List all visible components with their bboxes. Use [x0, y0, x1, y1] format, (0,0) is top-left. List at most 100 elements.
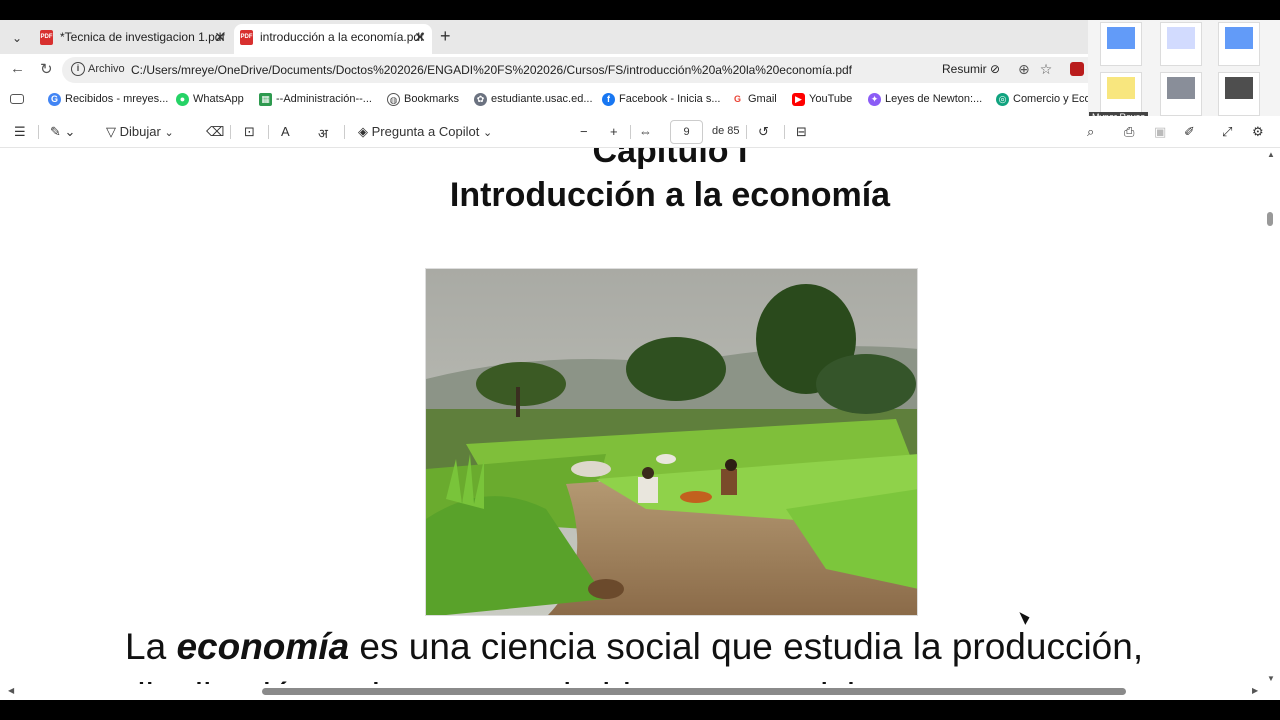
body-suffix: es una ciencia social que estudia la pro… — [349, 626, 1144, 667]
thumbnail[interactable] — [1218, 72, 1260, 116]
eraser-icon[interactable]: ⌫ — [206, 124, 224, 140]
ublock-icon[interactable] — [1070, 62, 1084, 76]
facebook-icon: f — [602, 93, 615, 106]
text-box-icon[interactable]: ⊡ — [244, 124, 255, 140]
separator — [630, 125, 631, 139]
separator — [344, 125, 345, 139]
bookmark-label: Gmail — [748, 93, 777, 105]
bookmark-gmail[interactable]: G Gmail — [731, 93, 777, 106]
thumbnail[interactable] — [1218, 22, 1260, 66]
bookmark-label: Facebook - Inicia s... — [619, 93, 721, 105]
horizontal-scroll-thumb[interactable] — [262, 688, 1126, 695]
copilot-label: Pregunta a Copilot — [371, 124, 480, 139]
vertical-scrollbar[interactable]: ▲ ▼ — [1264, 148, 1278, 688]
draw-label: Dibujar — [119, 124, 161, 139]
thumbnail[interactable] — [1160, 22, 1202, 66]
thumbnail[interactable] — [1100, 72, 1142, 116]
fullscreen-icon[interactable]: ⤢ — [1222, 124, 1232, 140]
bookmark-newton[interactable]: ✦ Leyes de Newton:... — [868, 93, 983, 106]
highlight-icon[interactable]: ✎ ⌄ — [50, 124, 75, 140]
reload-icon[interactable]: ↻ — [40, 60, 53, 78]
summarize-button[interactable]: Resumir ⊘ — [942, 62, 1000, 76]
page-view-icon[interactable]: ⊟ — [796, 124, 807, 140]
pdf-icon: PDF — [240, 30, 253, 45]
rotate-icon[interactable]: ↺ — [758, 124, 769, 140]
info-icon[interactable]: i — [71, 62, 85, 76]
tab-introduccion[interactable]: PDF introducción a la economía.pdf ✕ — [234, 24, 432, 54]
bookmark-label: Leyes de Newton:... — [885, 93, 983, 105]
tab-tecnica[interactable]: PDF *Tecnica de investigacion 1.pdf ✕ — [34, 24, 232, 54]
bookmark-label: Comercio y Econ — [1013, 93, 1097, 105]
pdf-icon: PDF — [40, 30, 53, 45]
separator — [38, 125, 39, 139]
bookmark-administracion[interactable]: ▦ --Administración--... — [259, 93, 372, 106]
copilot-icon: ◈ — [358, 124, 368, 139]
zoom-in-icon[interactable]: + — [610, 124, 618, 139]
close-icon[interactable]: ✕ — [414, 24, 426, 50]
save-as-icon[interactable]: ✐ — [1184, 124, 1195, 140]
scroll-left-icon[interactable]: ◀ — [8, 686, 14, 695]
scroll-right-icon[interactable]: ▶ — [1252, 686, 1258, 695]
pdf-document-view[interactable]: Capítulo I Introducción a la economía La… — [0, 148, 1280, 700]
print-icon[interactable]: ⎙ — [1124, 124, 1134, 140]
bookmark-label: --Administración--... — [276, 93, 372, 105]
admin-icon: ▦ — [259, 93, 272, 106]
fit-width-icon[interactable]: ⇔ — [639, 124, 652, 139]
url-text[interactable]: C:/Users/mreye/OneDrive/Documents/Doctos… — [131, 63, 852, 77]
summarize-label: Resumir — [942, 62, 987, 76]
separator — [230, 125, 231, 139]
bookmark-label: WhatsApp — [193, 93, 244, 105]
scroll-down-icon[interactable]: ▼ — [1267, 674, 1275, 683]
back-icon[interactable]: ← — [10, 60, 25, 77]
contents-icon[interactable]: ☰ — [14, 124, 26, 140]
vertical-scroll-thumb[interactable] — [1267, 212, 1273, 226]
read-aloud-icon[interactable]: A — [281, 124, 290, 139]
page-number-input[interactable]: 9 — [670, 120, 703, 144]
bookmark-whatsapp[interactable]: ● WhatsApp — [176, 93, 244, 106]
draw-button[interactable]: ▽ Dibujar ⌄ — [106, 124, 174, 140]
bookmark-comercio[interactable]: ◎ Comercio y Econ — [996, 93, 1097, 106]
separator — [784, 125, 785, 139]
thumbnail[interactable] — [1160, 72, 1202, 116]
translate-icon[interactable]: अ — [318, 124, 328, 142]
bookmark-facebook[interactable]: f Facebook - Inicia s... — [602, 93, 721, 106]
zoom-icon[interactable]: ⊕ — [1018, 61, 1040, 77]
horizontal-scrollbar[interactable]: ◀ ▶ — [0, 684, 1264, 698]
settings-icon[interactable]: ⚙ — [1252, 124, 1264, 140]
pdf-toolbar: ☰ ✎ ⌄ ▽ Dibujar ⌄ ⌫ ⊡ A अ ◈ Pregunta a C… — [0, 116, 1280, 148]
bookmark-recibidos[interactable]: G Recibidos - mreyes... — [48, 93, 169, 106]
bookmark-youtube[interactable]: ▶ YouTube — [792, 93, 852, 106]
bookmark-label: Bookmarks — [404, 93, 460, 105]
scroll-up-icon[interactable]: ▲ — [1267, 150, 1275, 159]
search-icon[interactable]: ⌕ — [1087, 124, 1094, 140]
copilot-button[interactable]: ◈ Pregunta a Copilot ⌄ — [358, 124, 492, 140]
tab-search-chevron-icon[interactable]: ⌄ — [6, 28, 28, 48]
google-icon: G — [48, 93, 61, 106]
bookmark-label: estudiante.usac.ed... — [491, 93, 593, 105]
save-icon[interactable]: ▣ — [1154, 124, 1166, 140]
zoom-out-icon[interactable]: − — [580, 124, 588, 139]
mouse-cursor — [1019, 609, 1032, 625]
body-paragraph: La economía es una ciencia social que es… — [125, 626, 1143, 668]
youtube-icon: ▶ — [792, 93, 805, 106]
close-icon[interactable]: ✕ — [214, 24, 226, 50]
body-emphasis: economía — [176, 626, 350, 667]
new-tab-button[interactable]: + — [440, 26, 451, 47]
separator — [746, 125, 747, 139]
star-icon[interactable]: ☆ — [1040, 61, 1063, 77]
usac-icon: ✿ — [474, 93, 487, 106]
tab-label: introducción a la economía.pdf — [260, 30, 424, 44]
apps-icon[interactable] — [10, 94, 24, 104]
thumbnail[interactable] — [1100, 22, 1142, 66]
bookmark-label: Recibidos - mreyes... — [65, 93, 169, 105]
chapter-heading: Capítulo I — [592, 148, 748, 170]
bookmark-estudiante[interactable]: ✿ estudiante.usac.ed... — [474, 93, 593, 106]
navigation-bar: ← ↻ i Archivo C:/Users/mreye/OneDrive/Do… — [0, 54, 1088, 86]
bookmarks-bar: G Recibidos - mreyes... ● WhatsApp ▦ --Admi… — [0, 86, 1097, 116]
bookmark-bookmarks[interactable]: ◍ Bookmarks — [387, 93, 460, 106]
rice-field-photo — [425, 268, 918, 616]
body-prefix: La — [125, 626, 177, 667]
newton-icon: ✦ — [868, 93, 881, 106]
address-bar[interactable]: i Archivo C:/Users/mreye/OneDrive/Docume… — [62, 57, 1088, 83]
globe-icon: ◍ — [387, 93, 400, 106]
